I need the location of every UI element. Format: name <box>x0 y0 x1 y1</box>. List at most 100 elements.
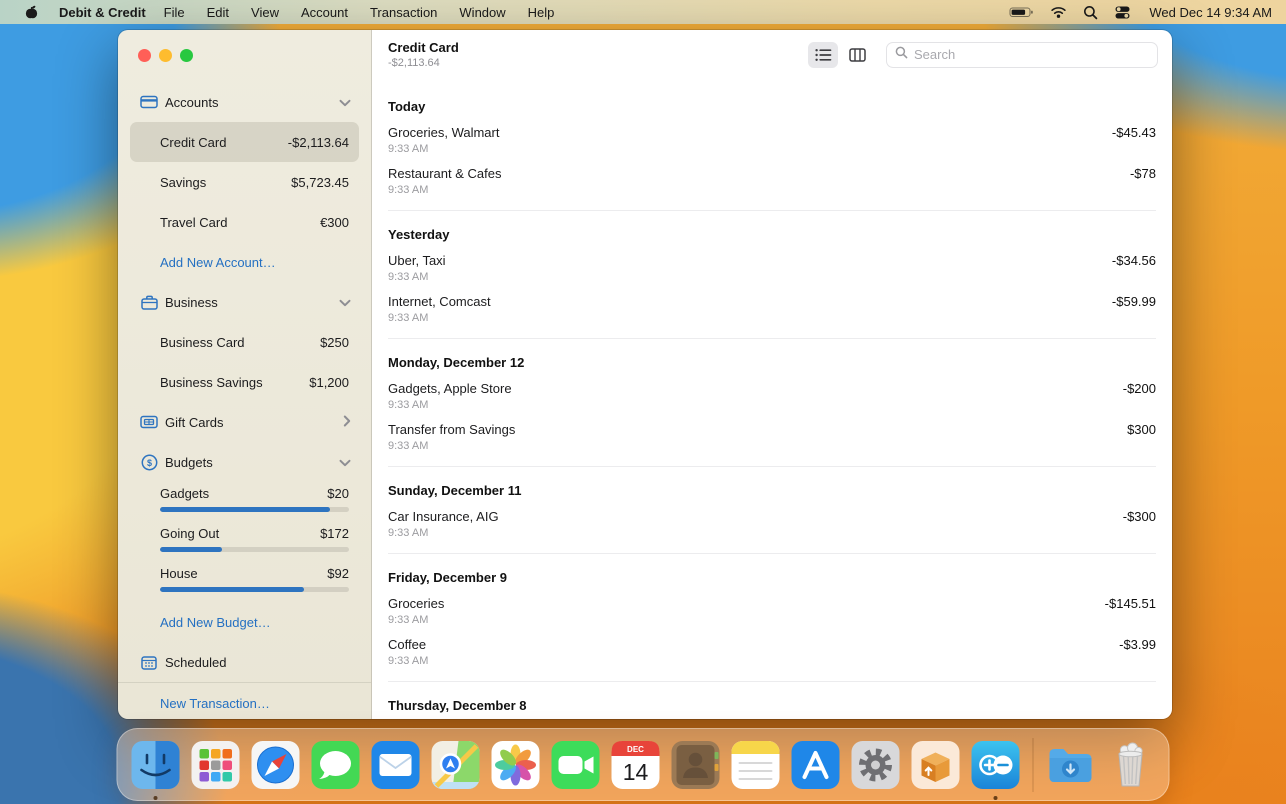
budget-remaining: $92 <box>327 566 349 581</box>
transaction-row[interactable]: Transfer from Savings9:33 AM$300 <box>388 422 1156 452</box>
budget-progress-track <box>160 547 349 552</box>
transaction-amount: -$200 <box>1123 381 1156 411</box>
search-icon <box>895 46 908 64</box>
account-balance: $5,723.45 <box>291 175 349 190</box>
dock-trash-icon[interactable] <box>1101 735 1161 795</box>
page-title: Credit Card <box>388 40 808 55</box>
transaction-row[interactable]: Uber, Taxi9:33 AM-$34.56 <box>388 253 1156 283</box>
apple-menu-icon[interactable] <box>24 4 39 20</box>
dock-app-store-icon[interactable] <box>786 735 846 795</box>
dock-system-settings-icon[interactable] <box>846 735 906 795</box>
new-transaction-button[interactable]: New Transaction… <box>118 683 371 719</box>
sidebar-section-business[interactable]: Business <box>118 282 371 322</box>
sidebar-budget-row[interactable]: Gadgets$20 <box>130 482 359 522</box>
menu-edit[interactable]: Edit <box>207 5 229 20</box>
transaction-date-header: Sunday, December 11 <box>388 483 1156 498</box>
column-view-button[interactable] <box>842 42 872 68</box>
sidebar-account-row[interactable]: Business Savings$1,200 <box>130 362 359 402</box>
transaction-main: Coffee9:33 AM <box>388 637 1119 667</box>
add-new-account-button[interactable]: Add New Account… <box>118 242 371 282</box>
chevron-down-icon[interactable] <box>339 455 351 470</box>
business-label: Business <box>165 295 339 310</box>
list-view-button[interactable] <box>808 42 838 68</box>
account-balance: $1,200 <box>309 375 349 390</box>
transaction-row[interactable]: Car Insurance, AIG9:33 AM-$300 <box>388 509 1156 539</box>
view-toggle-group <box>808 42 872 68</box>
transaction-row[interactable]: Coffee9:33 AM-$3.99 <box>388 637 1156 667</box>
transaction-row[interactable]: Internet, Comcast9:33 AM-$59.99 <box>388 294 1156 324</box>
chevron-right-icon[interactable] <box>343 415 351 430</box>
menu-file[interactable]: File <box>164 5 185 20</box>
menu-help[interactable]: Help <box>528 5 555 20</box>
sidebar-section-budgets[interactable]: $ Budgets <box>118 442 371 482</box>
accounts-label: Accounts <box>165 95 339 110</box>
account-name: Business Savings <box>160 375 309 390</box>
budget-row-top: Gadgets$20 <box>160 486 349 501</box>
dock-photos-icon[interactable] <box>486 735 546 795</box>
sidebar-budget-row[interactable]: House$92 <box>130 562 359 602</box>
transaction-row[interactable]: Gadgets, Apple Store9:33 AM-$200 <box>388 381 1156 411</box>
sidebar-section-accounts[interactable]: Accounts <box>118 82 371 122</box>
account-name: Travel Card <box>160 215 320 230</box>
sidebar-account-row[interactable]: Savings$5,723.45 <box>130 162 359 202</box>
dock-contacts-icon[interactable] <box>666 735 726 795</box>
transaction-amount: $300 <box>1127 422 1156 452</box>
budget-remaining: $172 <box>320 526 349 541</box>
minimize-button[interactable] <box>159 49 172 62</box>
dock-notes-icon[interactable] <box>726 735 786 795</box>
dock-maps-icon[interactable] <box>426 735 486 795</box>
menubar-clock[interactable]: Wed Dec 14 9:34 AM <box>1149 5 1272 20</box>
sidebar-account-row[interactable]: Credit Card-$2,113.64 <box>130 122 359 162</box>
transaction-row[interactable]: Restaurant & Cafes9:33 AM-$78 <box>388 166 1156 196</box>
main-content: Credit Card -$2,113.64 TodayGroceries, W… <box>372 30 1172 719</box>
credit-card-icon <box>140 95 158 109</box>
spotlight-search-icon[interactable] <box>1083 5 1098 20</box>
sidebar-account-row[interactable]: Travel Card€300 <box>130 202 359 242</box>
transaction-main: Groceries, Walmart9:33 AM <box>388 125 1112 155</box>
wifi-icon[interactable] <box>1050 5 1067 19</box>
transaction-row[interactable]: Groceries9:33 AM-$145.51 <box>388 596 1156 626</box>
dock-mail-icon[interactable] <box>366 735 426 795</box>
dock-calendar-month: DEC <box>627 745 644 754</box>
menu-transaction[interactable]: Transaction <box>370 5 437 20</box>
add-new-budget-button[interactable]: Add New Budget… <box>118 602 371 642</box>
sidebar-account-row[interactable]: Business Card$250 <box>130 322 359 362</box>
search-field[interactable] <box>886 42 1158 68</box>
sidebar-budget-row[interactable]: Going Out$172 <box>130 522 359 562</box>
zoom-button[interactable] <box>180 49 193 62</box>
control-center-icon[interactable] <box>1114 5 1131 20</box>
close-button[interactable] <box>138 49 151 62</box>
menu-view[interactable]: View <box>251 5 279 20</box>
sidebar-item-scheduled[interactable]: Scheduled <box>118 642 371 682</box>
dock-launchpad-icon[interactable] <box>186 735 246 795</box>
menu-bar: Debit & Credit File Edit View Account Tr… <box>0 0 1286 24</box>
chevron-down-icon[interactable] <box>339 95 351 110</box>
menu-app-name[interactable]: Debit & Credit <box>59 5 146 20</box>
dock-facetime-icon[interactable] <box>546 735 606 795</box>
dock-debit-credit-icon[interactable] <box>966 735 1026 795</box>
transaction-title: Transfer from Savings <box>388 422 1127 437</box>
dock-messages-icon[interactable] <box>306 735 366 795</box>
transaction-row[interactable]: Groceries, Walmart9:33 AM-$45.43 <box>388 125 1156 155</box>
running-indicator <box>994 796 998 800</box>
dock-finder-icon[interactable] <box>126 735 186 795</box>
sidebar-section-gift-cards[interactable]: Gift Cards <box>118 402 371 442</box>
battery-icon[interactable] <box>1009 4 1034 20</box>
budget-row-top: House$92 <box>160 566 349 581</box>
transaction-time: 9:33 AM <box>388 399 1123 411</box>
menu-window[interactable]: Window <box>459 5 505 20</box>
dock-calendar-icon[interactable]: DEC 14 <box>606 735 666 795</box>
menu-account[interactable]: Account <box>301 5 348 20</box>
dock-downloads-folder-icon[interactable] <box>1041 735 1101 795</box>
sidebar: Accounts Credit Card-$2,113.64Savings$5,… <box>118 30 372 719</box>
transaction-title: Groceries <box>388 596 1105 611</box>
chevron-down-icon[interactable] <box>339 295 351 310</box>
dock-package-icon[interactable] <box>906 735 966 795</box>
gift-cards-label: Gift Cards <box>165 415 343 430</box>
budget-row-top: Going Out$172 <box>160 526 349 541</box>
search-input[interactable] <box>914 47 1149 62</box>
budgets-label: Budgets <box>165 455 339 470</box>
budget-name: Gadgets <box>160 486 327 501</box>
dock-safari-icon[interactable] <box>246 735 306 795</box>
budget-progress-track <box>160 587 349 592</box>
